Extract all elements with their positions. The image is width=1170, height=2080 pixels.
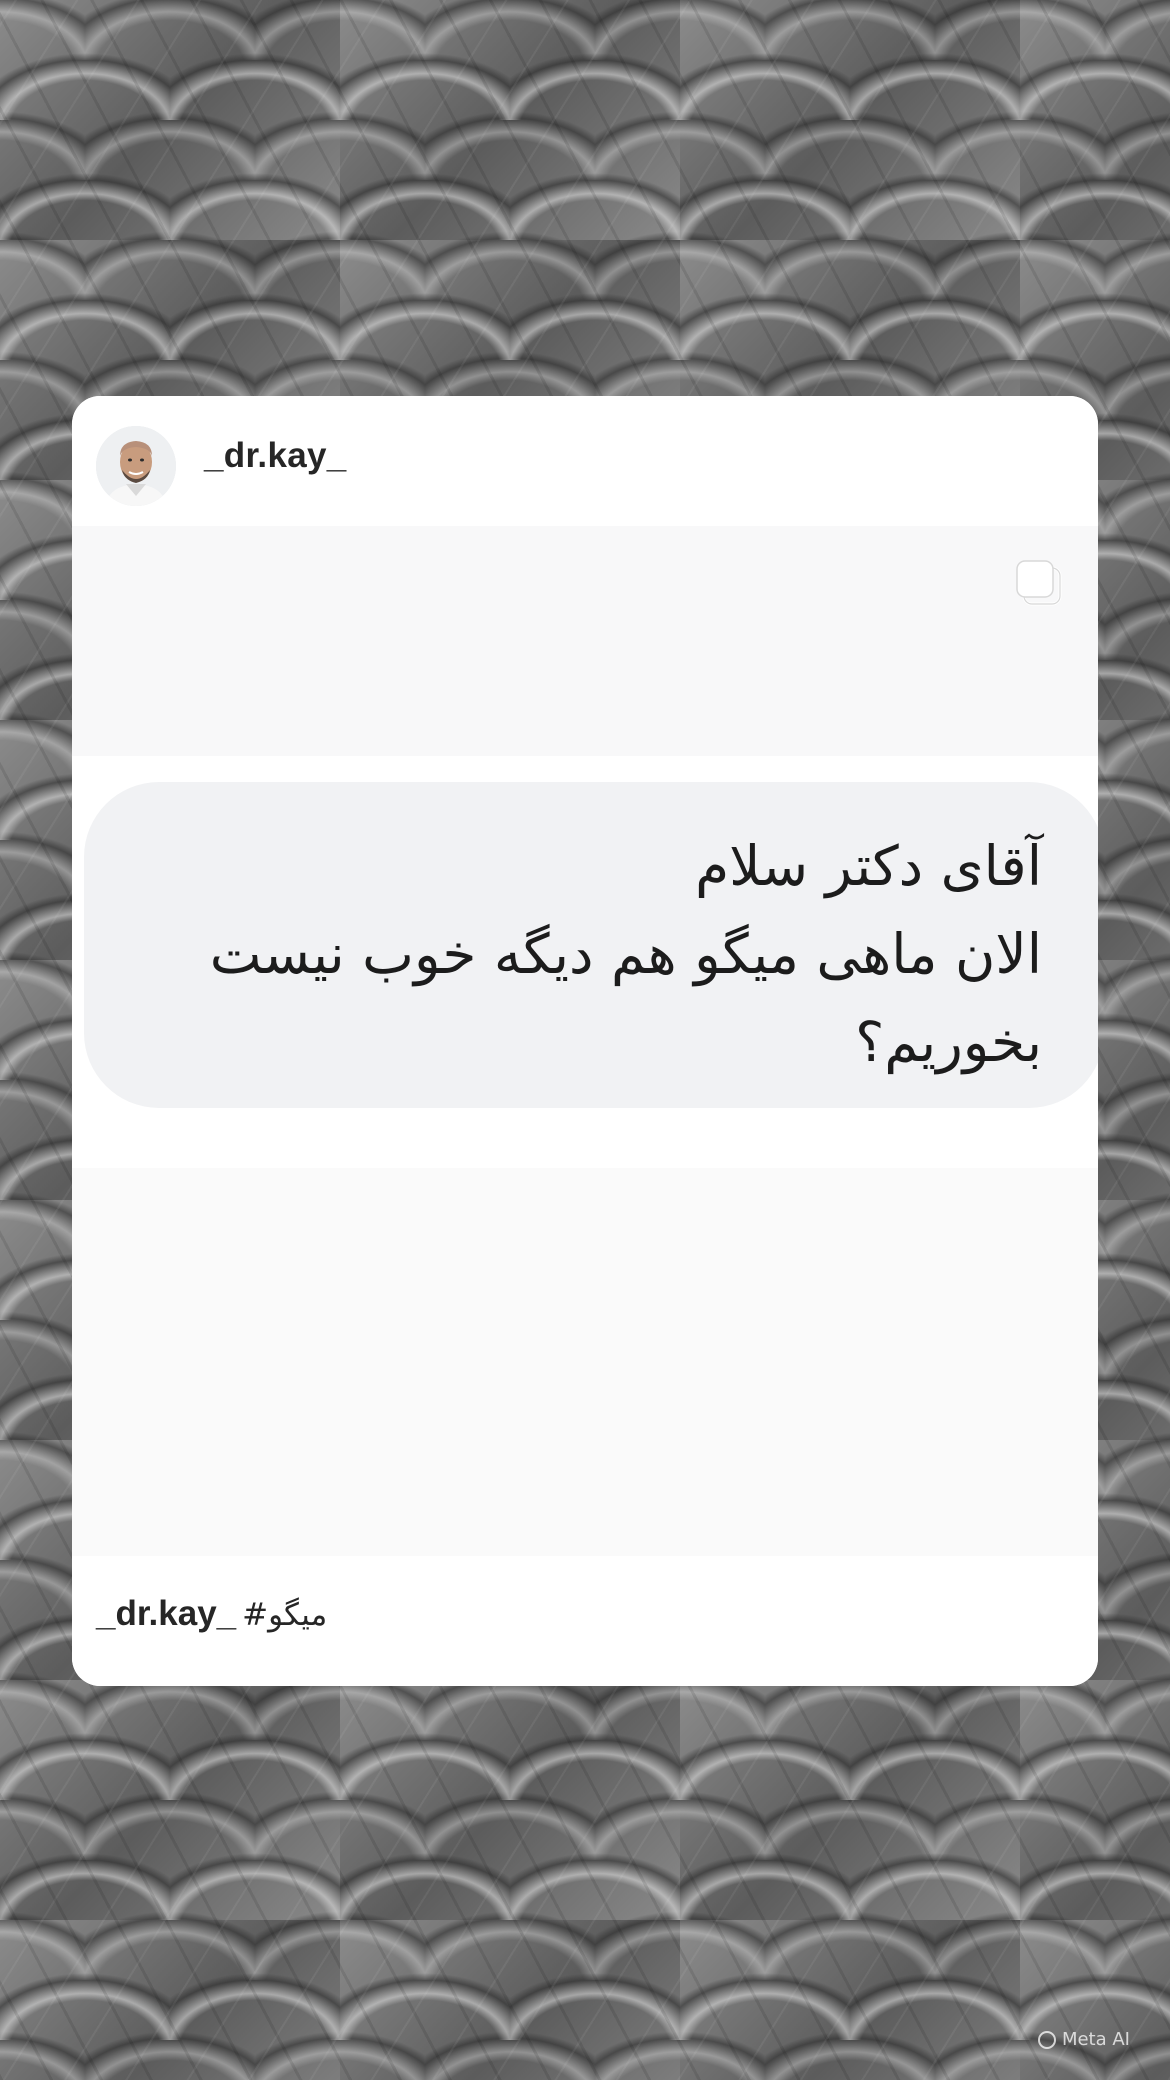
message-line: بخوریم؟ xyxy=(855,1010,1042,1074)
caption-username[interactable]: _dr.kay_ xyxy=(96,1594,236,1633)
username[interactable]: _dr.kay_ xyxy=(204,436,347,476)
watermark-text: Meta AI xyxy=(1061,2029,1130,2050)
media-bottom-band xyxy=(72,1168,1098,1556)
message-line: الان ماهی میگو هم دیگه خوب نیست xyxy=(209,922,1042,986)
multiple-posts-icon xyxy=(1016,560,1062,606)
message-bubble: آقای دکتر سلام الان ماهی میگو هم دیگه خو… xyxy=(84,782,1098,1108)
message-line: آقای دکتر سلام xyxy=(695,834,1042,898)
avatar[interactable] xyxy=(96,426,176,506)
post-header: _dr.kay_ xyxy=(72,396,1098,526)
meta-ai-ring-icon xyxy=(1037,2030,1056,2049)
meta-ai-watermark: Meta AI xyxy=(1037,2029,1130,2050)
caption-hashtag[interactable]: #میگو xyxy=(242,1597,327,1633)
profile-photo-icon xyxy=(96,426,176,506)
message-text: آقای دکتر سلام الان ماهی میگو هم دیگه خو… xyxy=(122,822,1042,1086)
post-footer: _dr.kay_ #میگو xyxy=(72,1556,1098,1686)
post-media[interactable]: آقای دکتر سلام الان ماهی میگو هم دیگه خو… xyxy=(72,526,1098,1556)
caption: _dr.kay_ #میگو xyxy=(96,1594,327,1634)
media-top-band xyxy=(72,526,1098,756)
post-card: _dr.kay_ آقای دکتر سلام الان ماهی میگو ه… xyxy=(72,396,1098,1686)
